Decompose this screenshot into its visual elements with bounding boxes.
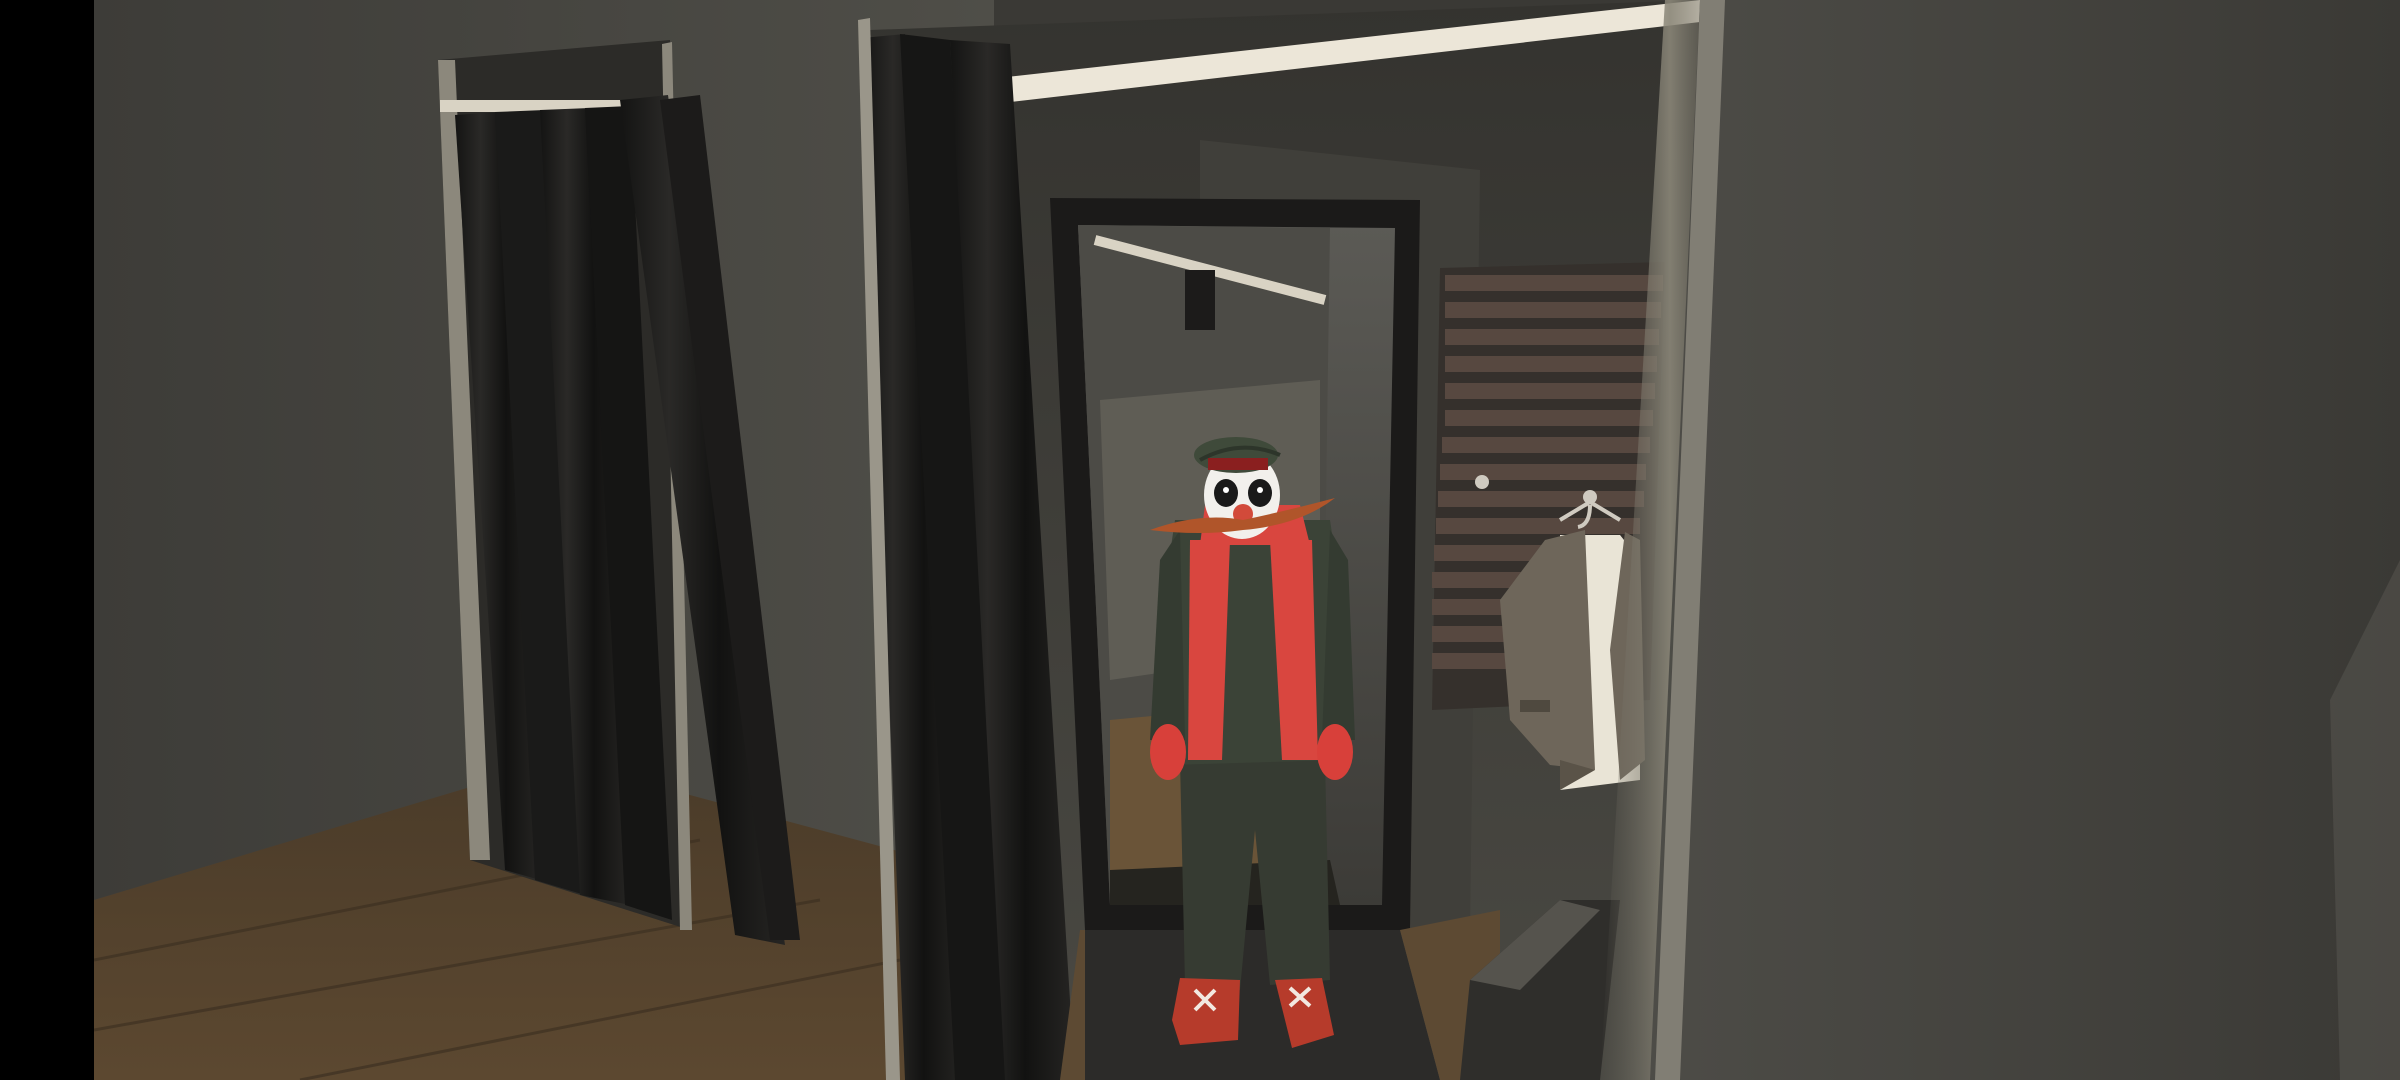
floor-mat [1085, 930, 1440, 1080]
avatar-sweater [1160, 520, 1345, 765]
right-wall [1600, 0, 2400, 1080]
fitting-room-scene [94, 0, 2400, 1080]
game-viewport[interactable] [94, 0, 2400, 1080]
avatar-glove-left [1150, 724, 1186, 780]
avatar-glove-right [1317, 724, 1353, 780]
